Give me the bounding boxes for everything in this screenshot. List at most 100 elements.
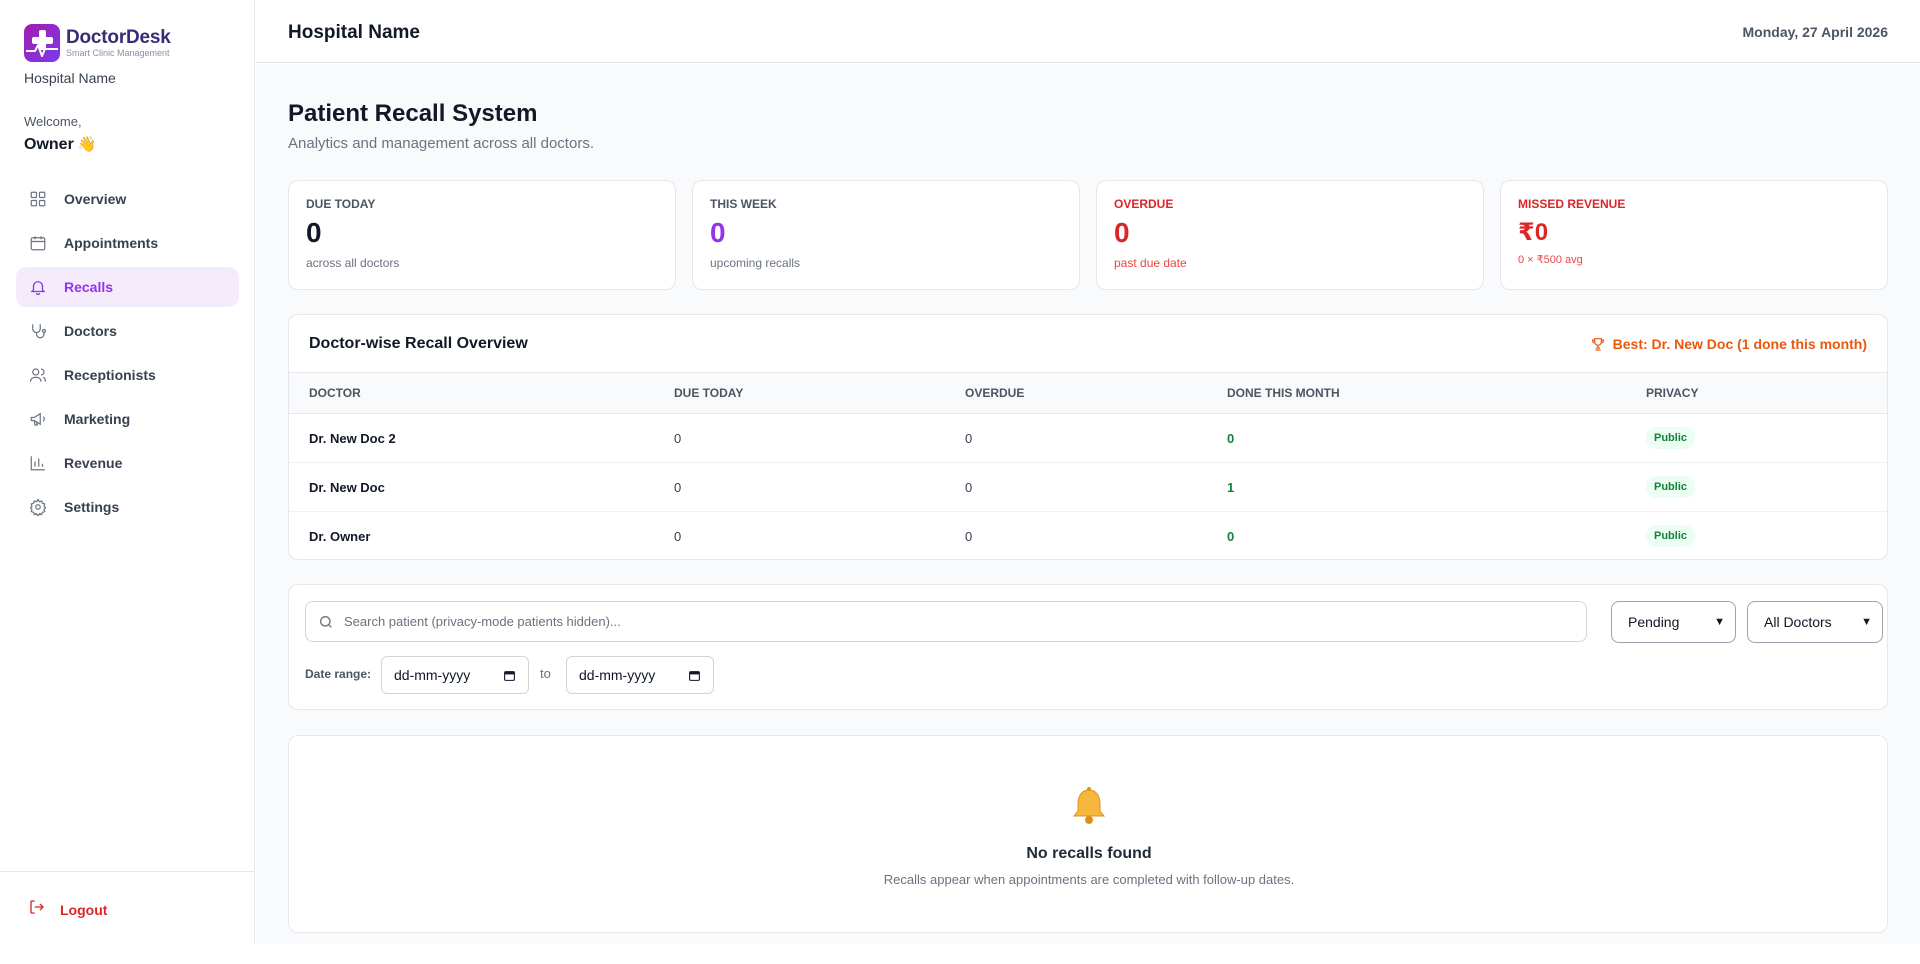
- calendar-icon: [689, 670, 700, 681]
- done-value: 1: [1227, 479, 1235, 495]
- sidebar-item-receptionists[interactable]: Receptionists: [16, 355, 239, 395]
- due-today-value: 0: [674, 528, 682, 544]
- stat-label: THIS WEEK: [710, 197, 777, 211]
- table-row[interactable]: Dr. New Doc 0 0 1 Public: [289, 463, 1887, 512]
- logout-label: Logout: [60, 901, 108, 918]
- search-icon: [320, 615, 332, 628]
- search-box[interactable]: [305, 601, 1587, 642]
- table-row[interactable]: Dr. New Doc 2 0 0 0 Public: [289, 414, 1887, 463]
- privacy-badge: Public: [1646, 427, 1696, 449]
- doctor-select[interactable]: All Doctors ▼: [1747, 601, 1883, 643]
- stat-sub: past due date: [1114, 256, 1187, 270]
- header-date: Monday, 27 April 2026: [1742, 24, 1889, 40]
- stat-label: MISSED REVENUE: [1518, 197, 1626, 211]
- main-content: Patient Recall System Analytics and mana…: [256, 64, 1920, 944]
- stat-card-due-today: DUE TODAY 0 across all doctors: [288, 180, 676, 290]
- column-header-due-today: DUE TODAY: [674, 386, 744, 400]
- empty-title: No recalls found: [1026, 845, 1152, 862]
- sidebar-item-doctors[interactable]: Doctors: [16, 311, 239, 351]
- sidebar-item-label: Settings: [64, 499, 120, 515]
- date-from-input[interactable]: dd-mm-yyyy: [381, 656, 529, 694]
- logout-button[interactable]: Logout: [28, 898, 107, 921]
- recall-filters: Pending ▼ All Doctors ▼ Date range: dd-m…: [288, 584, 1888, 710]
- done-value: 0: [1227, 430, 1235, 446]
- date-to-label: to: [540, 666, 551, 681]
- sidebar-divider: [0, 871, 255, 872]
- table-row[interactable]: Dr. Owner 0 0 0 Public: [289, 512, 1887, 560]
- date-from-placeholder: dd-mm-yyyy: [394, 667, 471, 683]
- sidebar-item-appointments[interactable]: Appointments: [16, 223, 239, 263]
- overview-title: Doctor-wise Recall Overview: [309, 335, 528, 352]
- doctor-recall-overview: Doctor-wise Recall Overview Best: Dr. Ne…: [288, 314, 1888, 560]
- chevron-down-icon: ▼: [1714, 616, 1725, 628]
- page-title: Patient Recall System: [288, 100, 538, 127]
- gear-icon: [28, 497, 48, 517]
- logout-icon: [28, 898, 46, 921]
- stat-label: OVERDUE: [1114, 197, 1174, 211]
- sidebar-item-marketing[interactable]: Marketing: [16, 399, 239, 439]
- sidebar-nav: Overview Appointments Recalls Doctors Re…: [16, 179, 239, 531]
- sidebar-hospital-name: Hospital Name: [24, 70, 116, 86]
- sidebar: DoctorDesk Smart Clinic Management Hospi…: [0, 0, 255, 944]
- bell-icon: [28, 277, 48, 297]
- stat-sub: across all doctors: [306, 256, 400, 270]
- user-name-text: Owner: [24, 136, 74, 153]
- date-range-label: Date range:: [305, 667, 372, 681]
- header-hospital-name: Hospital Name: [288, 22, 420, 43]
- stat-card-missed-revenue: MISSED REVENUE ₹0 0 × ₹500 avg: [1500, 180, 1888, 290]
- doctor-select-value: All Doctors: [1764, 614, 1832, 630]
- sidebar-item-settings[interactable]: Settings: [16, 487, 239, 527]
- due-today-value: 0: [674, 479, 682, 495]
- sidebar-item-recalls[interactable]: Recalls: [16, 267, 239, 307]
- sidebar-item-label: Recalls: [64, 279, 114, 295]
- search-input[interactable]: [344, 614, 1544, 629]
- stat-label: DUE TODAY: [306, 197, 376, 211]
- brand[interactable]: DoctorDesk Smart Clinic Management: [24, 24, 171, 62]
- welcome-text: Welcome,: [24, 114, 82, 129]
- top-header: Hospital Name Monday, 27 April 2026: [256, 0, 1920, 63]
- done-value: 0: [1227, 528, 1235, 544]
- doctordesk-logo-icon: [24, 24, 60, 62]
- stethoscope-icon: [28, 321, 48, 341]
- recalls-empty-state: No recalls found Recalls appear when app…: [288, 735, 1888, 933]
- trophy-icon: [1591, 338, 1604, 351]
- stat-value: ₹0: [1518, 219, 1549, 246]
- date-to-placeholder: dd-mm-yyyy: [579, 667, 656, 683]
- bar-chart-icon: [28, 453, 48, 473]
- calendar-icon: [28, 233, 48, 253]
- due-today-value: 0: [674, 430, 682, 446]
- column-header-done-this-month: DONE THIS MONTH: [1227, 386, 1340, 400]
- doctor-name: Dr. New Doc 2: [309, 430, 396, 446]
- calendar-icon: [504, 670, 515, 681]
- sidebar-item-overview[interactable]: Overview: [16, 179, 239, 219]
- overdue-value: 0: [965, 430, 973, 446]
- column-header-doctor: DOCTOR: [309, 386, 361, 400]
- stat-value: 0: [710, 217, 726, 248]
- users-icon: [28, 365, 48, 385]
- stat-card-overdue: OVERDUE 0 past due date: [1096, 180, 1484, 290]
- user-name: Owner 👋: [24, 135, 96, 154]
- wave-emoji-icon: 👋: [77, 136, 97, 153]
- date-to-input[interactable]: dd-mm-yyyy: [566, 656, 714, 694]
- status-select[interactable]: Pending ▼: [1611, 601, 1736, 643]
- overdue-value: 0: [965, 528, 973, 544]
- sidebar-item-revenue[interactable]: Revenue: [16, 443, 239, 483]
- grid-icon: [28, 189, 48, 209]
- privacy-badge: Public: [1646, 525, 1696, 548]
- chevron-down-icon: ▼: [1861, 616, 1872, 628]
- brand-name: DoctorDesk: [66, 26, 171, 48]
- sidebar-item-label: Receptionists: [64, 367, 156, 383]
- megaphone-icon: [28, 409, 48, 429]
- best-doctor-badge: Best: Dr. New Doc (1 done this month): [1590, 336, 1867, 352]
- best-doctor-text: Best: Dr. New Doc (1 done this month): [1612, 336, 1867, 352]
- page-subtitle: Analytics and management across all doct…: [288, 135, 594, 152]
- stat-sub: upcoming recalls: [710, 256, 801, 270]
- table-header-row: DOCTOR DUE TODAY OVERDUE DONE THIS MONTH…: [289, 372, 1887, 414]
- column-header-overdue: OVERDUE: [965, 386, 1025, 400]
- empty-subtitle: Recalls appear when appointments are com…: [883, 872, 1295, 887]
- doctor-name: Dr. New Doc: [309, 479, 385, 495]
- overdue-value: 0: [965, 479, 973, 495]
- recall-overview-table: DOCTOR DUE TODAY OVERDUE DONE THIS MONTH…: [289, 372, 1887, 560]
- bell-icon: [1072, 787, 1106, 824]
- stat-value: 0: [1114, 217, 1130, 248]
